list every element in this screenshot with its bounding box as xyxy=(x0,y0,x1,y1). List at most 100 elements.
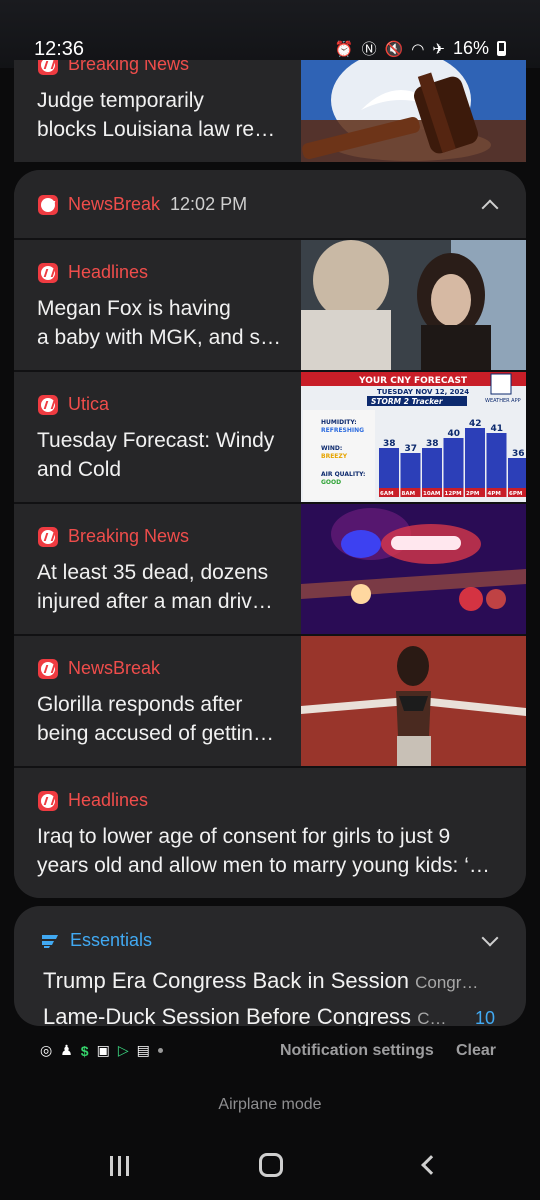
forecast-bar xyxy=(422,448,442,488)
notification-app-row: NewsBreak xyxy=(38,658,160,679)
mute-icon: 🔇 xyxy=(384,40,404,58)
battery-percent: 16% xyxy=(452,38,489,58)
headline-line-2: a baby with MGK, and s… xyxy=(37,326,281,349)
dollar-icon: $ xyxy=(80,1042,89,1059)
headline-line-1: Tuesday Forecast: Windy xyxy=(37,429,275,452)
notification-category: Breaking News xyxy=(68,526,190,546)
forecast-hour-label: 6AM xyxy=(380,491,394,497)
forecast-hour-label: 6PM xyxy=(509,491,522,497)
notification-item[interactable]: Headlines Megan Fox is having a baby wit… xyxy=(14,240,526,370)
notification-category: Utica xyxy=(68,394,110,414)
headline-line-2: blocks Louisiana law re… xyxy=(37,118,276,141)
collapse-chevron-icon[interactable] xyxy=(481,199,499,217)
notification-item[interactable]: Utica Tuesday Forecast: Windy and Cold Y… xyxy=(14,372,526,502)
group-app-name: NewsBreak xyxy=(68,194,161,214)
forecast-temp-label: 38 xyxy=(426,439,439,449)
notification-category: Headlines xyxy=(68,262,149,282)
notification-essentials[interactable]: Essentials Trump Era Congress Back in Se… xyxy=(14,906,526,1026)
forecast-temp-label: 36 xyxy=(512,449,525,459)
notification-app-row: Breaking News xyxy=(38,60,189,75)
expand-chevron-icon[interactable] xyxy=(481,929,499,947)
essentials-app-row: Essentials xyxy=(40,930,152,951)
forecast-tag: WEATHER APP xyxy=(485,398,521,404)
thumbnail-couple-photo xyxy=(301,240,526,370)
newsbreak-icon xyxy=(38,394,58,415)
notification-app-icons: ◎ ♟ $ ▣ ▷ ▤ xyxy=(40,1042,163,1059)
newsbreak-icon xyxy=(38,790,58,811)
battery-icon xyxy=(497,41,506,56)
forecast-humidity-value: REFRESHING xyxy=(321,427,364,434)
back-button[interactable] xyxy=(421,1155,441,1175)
notification-headline: At least 35 dead, dozens injured after a… xyxy=(37,558,299,616)
forecast-hour-label: 12PM xyxy=(445,491,462,497)
thumbnail-forecast: YOUR CNY FORECAST TUESDAY NOV 12, 2024 S… xyxy=(301,372,526,502)
forecast-hour-label: 10AM xyxy=(423,491,440,497)
headline-line-1: Iraq to lower age of consent for girls t… xyxy=(37,825,451,848)
status-icons: ⏰ Ⓝ 🔇 ◠ ✈ 16% xyxy=(335,38,506,59)
forecast-title: YOUR CNY FORECAST xyxy=(358,376,468,386)
airplane-mode-label: Airplane mode xyxy=(218,1096,322,1113)
forecast-temp-label: 37 xyxy=(405,444,418,454)
status-time: 12:36 xyxy=(34,38,85,60)
notification-settings-button[interactable]: Notification settings xyxy=(280,1042,434,1060)
forecast-bar xyxy=(443,438,464,488)
group-app-row: NewsBreak 12:02 PM xyxy=(38,194,247,215)
essentials-line-2-title: Lame-Duck Session Before Congress xyxy=(43,1004,412,1026)
forecast-wind-value: BREEZY xyxy=(321,453,348,460)
headline-line-2: and Cold xyxy=(37,458,122,481)
play-store-icon: ▷ xyxy=(117,1042,129,1058)
forecast-bar xyxy=(400,453,421,488)
airplane-icon: ✈ xyxy=(432,40,445,58)
essentials-line-1-title: Trump Era Congress Back in Session xyxy=(43,968,409,993)
notification-headline: Iraq to lower age of consent for girls t… xyxy=(37,822,499,880)
nfc-icon: Ⓝ xyxy=(361,41,377,58)
home-button[interactable] xyxy=(259,1153,283,1177)
notification-category: NewsBreak xyxy=(68,658,161,678)
notification-app-row: Utica xyxy=(38,394,109,415)
recent-apps-button[interactable] xyxy=(110,1156,134,1176)
group-header[interactable]: NewsBreak 12:02 PM xyxy=(14,170,526,238)
alarm-icon: ⏰ xyxy=(334,40,354,58)
notification-breaking-news-top[interactable]: Breaking News Judge temporarily blocks L… xyxy=(14,60,526,162)
gallery-icon: ▣ xyxy=(96,1042,110,1058)
forecast-temp-label: 40 xyxy=(448,429,461,439)
headline-line-2: injured after a man driv… xyxy=(37,590,273,613)
person-icon: ♟ xyxy=(60,1042,73,1058)
notification-headline: Judge temporarily blocks Louisiana law r… xyxy=(37,86,299,144)
notification-category: Breaking News xyxy=(68,60,190,74)
forecast-temp-label: 41 xyxy=(491,424,504,434)
notification-item[interactable]: Breaking News At least 35 dead, dozens i… xyxy=(14,504,526,634)
forecast-wind-label: WIND: xyxy=(321,445,342,452)
navigation-bar xyxy=(0,1140,540,1200)
thumbnail-performer xyxy=(301,636,526,766)
essentials-line-1: Trump Era Congress Back in Session Congr… xyxy=(43,968,493,994)
forecast-bar xyxy=(508,458,526,488)
forecast-bar xyxy=(379,448,399,488)
notification-category: Headlines xyxy=(68,790,149,810)
notification-app-row: Breaking News xyxy=(38,526,189,547)
headline-line-1: Megan Fox is having xyxy=(37,297,231,320)
notification-headline: Megan Fox is having a baby with MGK, and… xyxy=(37,294,299,352)
essentials-line-1-sub: Congr… xyxy=(415,973,479,992)
notification-item[interactable]: NewsBreak Glorilla responds after being … xyxy=(14,636,526,766)
target-icon: ◎ xyxy=(40,1042,53,1058)
forecast-temp-label: 42 xyxy=(469,419,482,429)
clear-button[interactable]: Clear xyxy=(456,1042,496,1060)
calendar-icon: ▤ xyxy=(136,1042,150,1058)
wifi-icon: ◠ xyxy=(411,40,425,58)
headline-line-1: Judge temporarily xyxy=(37,89,204,112)
forecast-date: TUESDAY NOV 12, 2024 xyxy=(377,388,469,396)
essentials-line-2-sub: C… xyxy=(417,1009,447,1026)
thumbnail-gavel xyxy=(301,60,526,162)
essentials-line-2: Lame-Duck Session Before Congress C… xyxy=(43,1004,473,1026)
more-dot-icon xyxy=(157,1048,163,1053)
group-time: 12:02 PM xyxy=(170,194,248,214)
forecast-humidity-label: HUMIDITY: xyxy=(321,419,357,426)
forecast-hour-label: 2PM xyxy=(466,491,479,497)
forecast-temp-label: 38 xyxy=(383,439,396,449)
thumbnail-police-lights xyxy=(301,504,526,634)
forecast-air-label: AIR QUALITY: xyxy=(321,471,365,478)
headline-line-2: years old and allow men to marry young k… xyxy=(37,854,490,877)
status-bar: 12:36 ⏰ Ⓝ 🔇 ◠ ✈ 16% xyxy=(0,0,540,68)
notification-item[interactable]: Headlines Iraq to lower age of consent f… xyxy=(14,768,526,898)
